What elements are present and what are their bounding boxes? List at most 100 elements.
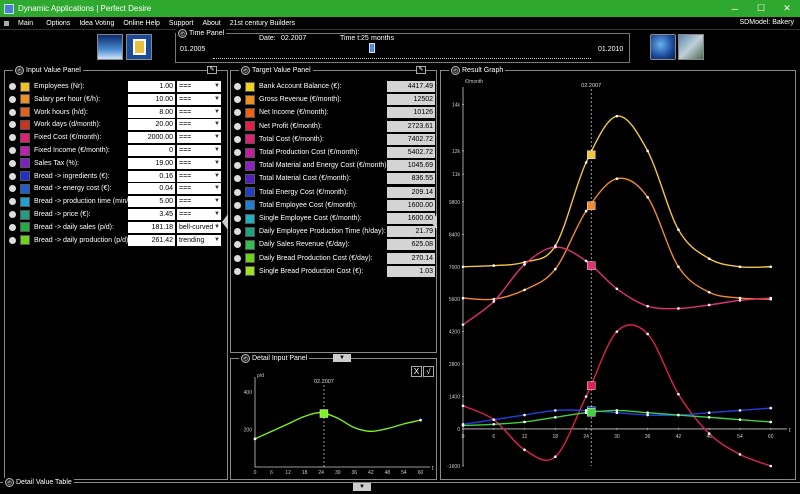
maximize-button[interactable]: ☐	[748, 0, 774, 17]
detail-table-icon: ◴	[5, 478, 14, 487]
series-point	[707, 303, 711, 307]
input-value-field[interactable]: 0.04	[128, 183, 175, 195]
input-radio[interactable]	[9, 108, 16, 116]
target-radio[interactable]	[234, 96, 241, 104]
close-button[interactable]: ✕	[774, 0, 800, 17]
input-value-field[interactable]: 3.45	[128, 209, 175, 220]
input-radio[interactable]	[9, 95, 16, 103]
series-point	[492, 264, 496, 267]
y-tick-label: 7000	[449, 265, 460, 271]
target-radio[interactable]	[234, 149, 241, 156]
menu-options[interactable]: Options	[46, 20, 70, 27]
input-radio[interactable]	[9, 185, 16, 193]
time-slider-track[interactable]	[213, 58, 591, 59]
series-point	[677, 413, 680, 417]
input-value-field[interactable]: 261.42	[128, 234, 175, 246]
input-mode-select[interactable]: === ▼	[177, 106, 221, 118]
input-mode-select[interactable]: === ▼	[177, 81, 221, 92]
input-mode-select[interactable]: trending ▼	[177, 234, 221, 246]
target-row: Daily Employee Production Time (h/day):	[234, 225, 386, 238]
time-slider-thumb[interactable]	[368, 43, 375, 53]
input-radio[interactable]	[9, 223, 16, 231]
input-radio[interactable]	[9, 83, 16, 90]
input-radio[interactable]	[9, 236, 16, 244]
target-radio[interactable]	[234, 201, 241, 209]
target-radio[interactable]	[234, 83, 241, 90]
input-radio[interactable]	[9, 121, 16, 129]
series-point	[646, 304, 649, 308]
menu-idea-voting[interactable]: Idea Voting	[79, 20, 114, 27]
series-point	[738, 409, 742, 412]
input-mode-select[interactable]: === ▼	[177, 183, 221, 195]
input-mode-select[interactable]: === ▼	[177, 132, 221, 144]
detail-table-dropdown-button[interactable]: ▼	[353, 483, 371, 491]
input-mode-select[interactable]: === ▼	[177, 209, 221, 220]
time-marker-label: 02.2007	[581, 83, 601, 89]
target-row: Net Income (€/month):	[234, 106, 329, 119]
target-radio[interactable]	[234, 267, 241, 275]
menu-support[interactable]: Support	[169, 20, 194, 27]
menu-about[interactable]: About	[202, 20, 220, 27]
target-radio[interactable]	[234, 215, 241, 222]
variable-icon	[20, 235, 30, 246]
input-radio[interactable]	[9, 159, 16, 167]
variable-icon	[245, 107, 255, 118]
input-value-field[interactable]: 20.00	[128, 119, 175, 131]
input-mode-select[interactable]: === ▼	[177, 157, 221, 169]
input-value-field[interactable]: 181.18	[128, 221, 175, 233]
input-mode-select[interactable]: === ▼	[177, 145, 221, 156]
variable-icon	[20, 196, 30, 207]
detail-x-tick-label: 36	[352, 470, 358, 476]
input-value-field[interactable]: 2000.00	[128, 132, 175, 144]
input-value-field[interactable]: 5.00	[128, 196, 175, 208]
input-value-field[interactable]: 8.00	[128, 106, 175, 118]
globe-button[interactable]	[650, 34, 676, 60]
detail-x-axis-label: t	[432, 466, 434, 472]
gallery-button[interactable]	[678, 34, 704, 60]
input-mode-select[interactable]: === ▼	[177, 93, 221, 105]
target-radio[interactable]	[234, 122, 241, 130]
input-value-field[interactable]: 0	[128, 145, 175, 156]
minimize-button[interactable]: ─	[722, 0, 748, 17]
detail-input-panel: ◴ Detail Input Panel ▼ X √ p/d t 200 400 0 6 12…	[230, 354, 437, 480]
input-value-field[interactable]: 10.00	[128, 93, 175, 105]
target-edit-pencil-icon[interactable]: ✎	[416, 66, 426, 74]
target-radio[interactable]	[234, 162, 241, 170]
document-view-button[interactable]	[126, 34, 152, 60]
input-radio[interactable]	[9, 134, 16, 142]
input-radio[interactable]	[9, 198, 16, 206]
target-radio[interactable]	[234, 135, 241, 143]
input-radio[interactable]	[9, 172, 16, 180]
edit-pencil-icon[interactable]: ✎	[207, 66, 217, 74]
variable-icon	[20, 107, 30, 118]
target-radio[interactable]	[234, 188, 241, 196]
input-value-field[interactable]: 19.00	[128, 157, 175, 169]
input-panel-icon: ◴	[15, 66, 24, 75]
target-radio[interactable]	[234, 228, 241, 236]
input-mode-select[interactable]: === ▼	[177, 170, 221, 182]
landscape-view-button[interactable]	[97, 34, 123, 60]
target-radio[interactable]	[234, 175, 241, 183]
input-value-field[interactable]: 0.16	[128, 170, 175, 182]
input-mode-select[interactable]: === ▼	[177, 196, 221, 208]
target-radio[interactable]	[234, 241, 241, 249]
y-tick-label: 1400	[449, 394, 460, 400]
time-panel-icon: ◴	[178, 29, 187, 38]
input-value-field[interactable]: 1.00	[128, 81, 175, 92]
chevron-down-icon: ▼	[214, 159, 220, 166]
input-radio[interactable]	[9, 147, 16, 154]
input-radio[interactable]	[9, 211, 16, 218]
target-value: 1.03	[387, 265, 435, 277]
target-radio[interactable]	[234, 109, 241, 117]
detail-x-tick-label: 0	[254, 470, 257, 476]
input-mode-select[interactable]: bell-curved ▼	[177, 221, 221, 233]
menu-online-help[interactable]: Online Help	[123, 20, 160, 27]
x-tick-label: 60	[768, 434, 774, 440]
target-radio[interactable]	[234, 254, 241, 262]
input-mode-select[interactable]: === ▼	[177, 119, 221, 131]
detail-x-tick-label: 60	[418, 470, 424, 476]
menu-main[interactable]: Main	[18, 20, 33, 27]
input-mode-value: ===	[179, 108, 192, 116]
menu-21st-century-builders[interactable]: 21st century Builders	[230, 20, 295, 27]
variable-icon	[245, 239, 255, 250]
